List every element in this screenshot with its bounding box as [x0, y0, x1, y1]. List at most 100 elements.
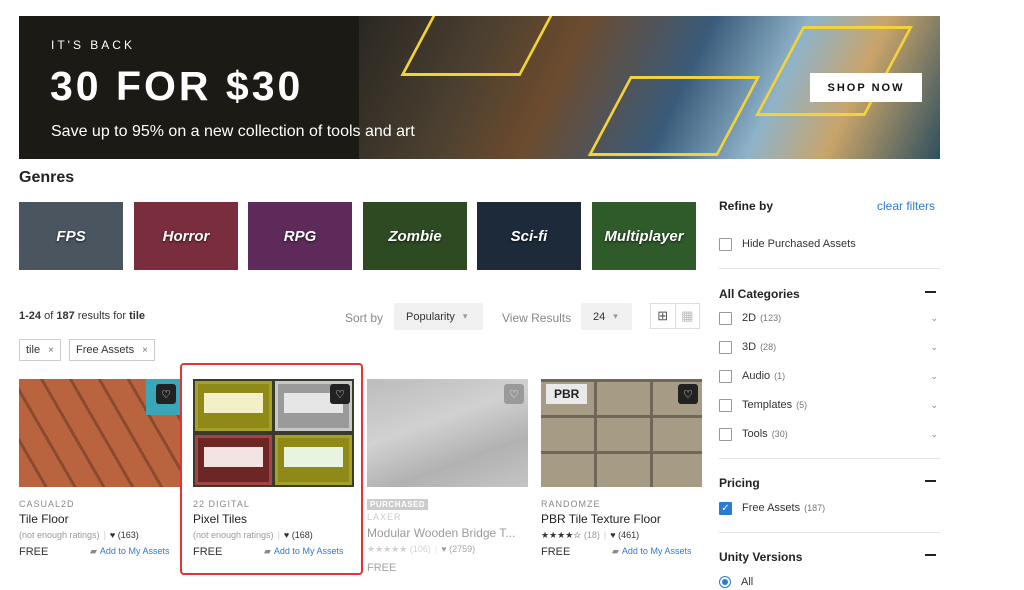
likes-count: (168)	[291, 530, 313, 540]
asset-title[interactable]: PBR Tile Texture Floor	[541, 512, 702, 526]
asset-price: FREE	[367, 562, 397, 574]
asset-thumbnail[interactable]: ♡	[193, 379, 354, 487]
sort-value: Popularity	[406, 310, 455, 323]
heart-icon: ♥	[109, 530, 118, 540]
asset-price: FREE	[541, 546, 571, 558]
folder-icon: ▰	[612, 546, 619, 556]
checkbox-box[interactable]	[719, 369, 732, 383]
asset-publisher[interactable]: 22 DIGITAL	[193, 499, 250, 509]
add-to-my-assets-link[interactable]: ▰ Add to My Assets	[90, 546, 169, 557]
asset-title[interactable]: Pixel Tiles	[193, 512, 354, 526]
genre-tile-rpg[interactable]: RPG	[248, 202, 352, 270]
results-query: tile	[129, 310, 146, 322]
all-categories-heading: All Categories	[719, 287, 800, 301]
asset-thumbnail[interactable]: ♡	[19, 379, 180, 487]
rating-count: (18)	[583, 530, 600, 540]
pbr-badge: PBR	[546, 384, 588, 404]
category-label: 2D	[742, 312, 757, 324]
view-results-value: 24	[593, 310, 606, 323]
chevron-down-icon[interactable]: ⌄	[930, 371, 938, 382]
asset-publisher[interactable]: RANDOMZE	[541, 499, 601, 509]
pricing-label: Free Assets	[742, 502, 801, 514]
add-to-my-assets-link[interactable]: ▰ Add to My Assets	[264, 546, 343, 557]
asset-publisher[interactable]: LAXER	[367, 512, 402, 522]
wishlist-heart-icon[interactable]: ♡	[330, 384, 350, 404]
compact-grid-icon[interactable]: ▦	[674, 304, 700, 328]
category-3d[interactable]: 3D (28) ⌄	[719, 339, 940, 355]
check-icon[interactable]: ✓	[719, 501, 732, 515]
results-for: results for	[77, 310, 127, 322]
banner-eyebrow: IT'S BACK	[51, 38, 135, 52]
star-rating: ★★★★☆	[541, 530, 582, 540]
divider	[719, 268, 940, 269]
wishlist-heart-icon[interactable]: ♡	[678, 384, 698, 404]
category-label: Templates	[742, 399, 793, 411]
chevron-down-icon[interactable]: ⌄	[930, 400, 938, 411]
asset-title[interactable]: Tile Floor	[19, 512, 180, 526]
genre-tile-multiplayer[interactable]: Multiplayer	[592, 202, 696, 270]
asset-ratings: (not enough ratings) | ♥ (163)	[19, 530, 139, 540]
pricing-count: (187)	[804, 503, 826, 513]
close-icon[interactable]: ×	[142, 345, 148, 356]
hide-purchased-checkbox[interactable]: Hide Purchased Assets	[719, 236, 940, 252]
banner-art-frame	[587, 76, 761, 156]
checkbox-box[interactable]	[719, 340, 732, 354]
asset-publisher[interactable]: CASUAL2D	[19, 499, 75, 509]
view-results-label: View Results	[502, 311, 572, 325]
collapse-minus-icon[interactable]	[925, 554, 936, 556]
category-count: (28)	[760, 342, 777, 352]
pricing-free-assets[interactable]: ✓ Free Assets (187)	[719, 500, 940, 516]
chevron-down-icon[interactable]: ⌄	[930, 342, 938, 353]
category-tools[interactable]: Tools (30) ⌄	[719, 426, 940, 442]
asset-card[interactable]: PBR ♡ RANDOMZE PBR Tile Texture Floor ★★…	[541, 379, 702, 558]
asset-card[interactable]: ♡ CASUAL2D Tile Floor (not enough rating…	[19, 379, 180, 558]
asset-thumbnail[interactable]: ♡	[367, 379, 528, 487]
category-audio[interactable]: Audio (1) ⌄	[719, 368, 940, 384]
folder-icon: ▰	[264, 546, 271, 556]
checkbox-box[interactable]	[719, 311, 732, 325]
radio-selected-icon[interactable]	[719, 576, 731, 588]
chevron-down-icon: ▾	[462, 311, 468, 321]
chevron-down-icon[interactable]: ⌄	[930, 313, 938, 324]
collapse-minus-icon[interactable]	[925, 480, 936, 482]
wishlist-heart-icon[interactable]: ♡	[156, 384, 176, 404]
banner-art-frame	[400, 16, 558, 76]
checkbox-box[interactable]	[719, 237, 732, 251]
category-templates[interactable]: Templates (5) ⌄	[719, 397, 940, 413]
view-results-dropdown[interactable]: 24 ▾	[581, 303, 632, 330]
asset-ratings: (not enough ratings) | ♥ (168)	[193, 530, 313, 540]
filter-chip-tile[interactable]: tile ×	[19, 339, 61, 361]
grid-view-icon[interactable]: ⊞	[651, 304, 675, 328]
unity-version-all[interactable]: All	[719, 574, 940, 590]
genre-tile-horror[interactable]: Horror	[134, 202, 238, 270]
asset-title[interactable]: Modular Wooden Bridge T...	[367, 526, 528, 540]
close-icon[interactable]: ×	[48, 345, 54, 356]
sort-dropdown[interactable]: Popularity ▾	[394, 303, 483, 330]
category-count: (5)	[796, 400, 808, 410]
folder-icon: ▰	[90, 546, 97, 556]
checkbox-box[interactable]	[719, 427, 732, 441]
genre-tile-fps[interactable]: FPS	[19, 202, 123, 270]
results-total: 187	[56, 310, 75, 322]
chevron-down-icon[interactable]: ⌄	[930, 429, 938, 440]
clear-filters-link[interactable]: clear filters	[877, 199, 935, 213]
category-label: 3D	[742, 341, 757, 353]
collapse-minus-icon[interactable]	[925, 291, 936, 293]
genre-tile-zombie[interactable]: Zombie	[363, 202, 467, 270]
checkbox-box[interactable]	[719, 398, 732, 412]
add-to-my-assets-link[interactable]: ▰ Add to My Assets	[612, 546, 691, 557]
promo-banner[interactable]: IT'S BACK 30 FOR $30 Save up to 95% on a…	[19, 16, 940, 159]
asset-card[interactable]: ♡ PURCHASED LAXER Modular Wooden Bridge …	[367, 379, 528, 574]
category-count: (30)	[771, 429, 788, 439]
shop-now-button[interactable]: SHOP NOW	[810, 73, 922, 102]
chip-label: tile	[26, 344, 41, 356]
wishlist-heart-icon[interactable]: ♡	[504, 384, 524, 404]
filter-chip-free-assets[interactable]: Free Assets ×	[69, 339, 155, 361]
ratings-text: (not enough ratings)	[193, 530, 274, 540]
asset-card[interactable]: ♡ 22 DIGITAL Pixel Tiles (not enough rat…	[193, 379, 354, 558]
genre-tile-scifi[interactable]: Sci-fi	[477, 202, 581, 270]
star-rating: ★★★★★	[367, 544, 408, 554]
category-2d[interactable]: 2D (123) ⌄	[719, 310, 940, 326]
add-to-my-assets-label: Add to My Assets	[621, 546, 692, 556]
asset-thumbnail[interactable]: PBR ♡	[541, 379, 702, 487]
